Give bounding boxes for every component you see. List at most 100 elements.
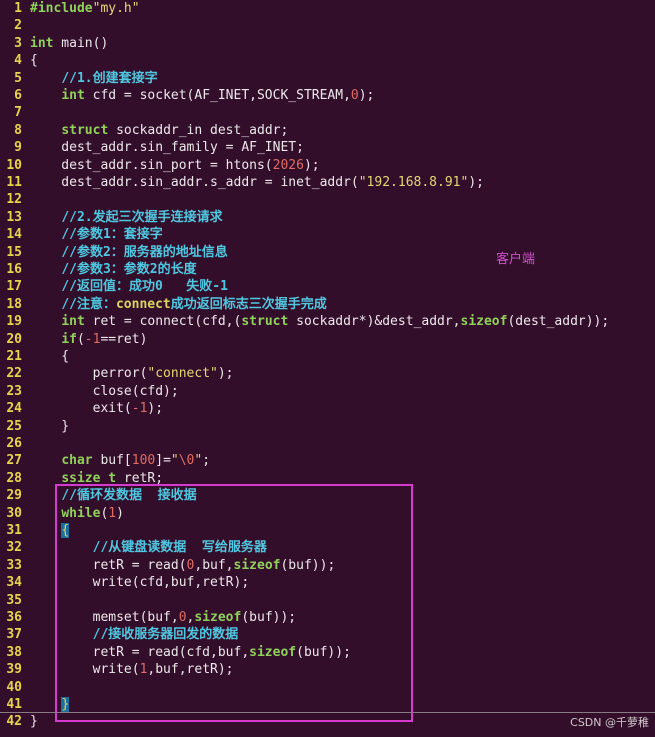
code-line[interactable]: 5 //1.创建套接字 [0, 70, 655, 87]
line-number: 9 [14, 140, 22, 156]
code-line[interactable]: 3 int main() [0, 35, 655, 52]
code-text[interactable]: exit(-1); [22, 401, 163, 416]
code-token: "connect" [147, 366, 218, 382]
code-text[interactable]: char buf[100]="\0"; [22, 453, 210, 468]
code-line[interactable]: 1 #include"my.h" [0, 0, 655, 17]
line-number: 21 [6, 349, 22, 364]
code-line[interactable]: 9 dest_addr.sin_family = AF_INET; [0, 139, 655, 156]
code-line[interactable]: 11 dest_addr.sin_addr.s_addr = inet_addr… [0, 174, 655, 191]
code-token: ); [468, 175, 484, 190]
code-line[interactable]: 14 //参数1：套接字 [0, 226, 655, 243]
code-token: } [30, 418, 70, 434]
line-number: 39 [6, 662, 22, 678]
code-line[interactable]: 20 if(-1==ret) [0, 331, 655, 348]
code-text[interactable]: int cfd = socket(AF_INET,SOCK_STREAM,0); [22, 88, 374, 103]
code-text[interactable]: //参数1：套接字 [22, 227, 162, 242]
line-number: 36 [6, 610, 22, 625]
code-token: 2026 [272, 157, 304, 173]
code-token: ); [358, 88, 375, 103]
code-line[interactable]: 18 //注意：connect成功返回标志三次握手完成 [0, 296, 655, 313]
loop-highlight-box [55, 484, 413, 722]
code-text[interactable] [22, 680, 30, 695]
code-text[interactable]: dest_addr.sin_addr.s_addr = inet_addr("1… [22, 175, 484, 190]
code-text[interactable] [22, 436, 30, 451]
code-line[interactable]: 6 int cfd = socket(AF_INET,SOCK_STREAM,0… [0, 87, 655, 104]
watermark: CSDN @千萝稚 [570, 716, 649, 729]
code-line[interactable]: 24 exit(-1); [0, 400, 655, 417]
code-text[interactable]: { [22, 53, 38, 68]
line-number: 35 [6, 592, 22, 608]
code-line[interactable]: 7 [0, 104, 655, 121]
code-line[interactable]: 13 //2.发起三次握手连接请求 [0, 209, 655, 226]
code-line[interactable]: 26 [0, 435, 655, 452]
code-line[interactable]: 12 [0, 191, 655, 208]
code-token: #include [30, 1, 93, 16]
line-number: 10 [6, 157, 22, 173]
code-line[interactable]: 2 [0, 17, 655, 34]
code-token: 成功返回标志三次握手完成 [170, 296, 327, 312]
code-line[interactable]: 25 } [0, 418, 655, 435]
code-text[interactable]: close(cfd); [22, 384, 179, 399]
code-token: exit( [30, 401, 132, 417]
code-text[interactable]: int ret = connect(cfd,(struct sockaddr*)… [22, 314, 609, 329]
code-text[interactable]: struct sockaddr_in dest_addr; [22, 123, 288, 138]
code-token: ( [76, 331, 85, 347]
code-line[interactable]: 21 { [0, 348, 655, 365]
code-text[interactable] [22, 192, 30, 207]
code-line[interactable]: 19 int ret = connect(cfd,(struct sockadd… [0, 313, 655, 330]
line-number: 14 [6, 227, 22, 243]
code-line[interactable]: 16 //参数3：参数2的长度 [0, 261, 655, 278]
line-number: 23 [6, 383, 22, 399]
code-text[interactable]: //参数2：服务器的地址信息 [22, 244, 228, 260]
code-token: buf[ [92, 453, 132, 469]
code-text[interactable]: dest_addr.sin_port = htons(2026); [22, 157, 320, 173]
code-token: int [30, 35, 54, 51]
line-number: 33 [6, 557, 22, 573]
code-line[interactable]: 10 dest_addr.sin_port = htons(2026); [0, 157, 655, 174]
code-text[interactable]: //2.发起三次握手连接请求 [22, 209, 223, 225]
code-text[interactable]: int main() [22, 36, 108, 51]
code-line[interactable]: 15 //参数2：服务器的地址信息 [0, 244, 655, 261]
code-text[interactable]: if(-1==ret) [22, 332, 147, 347]
code-token: ); [303, 157, 320, 173]
code-token: ret = connect(cfd,( [84, 314, 242, 330]
code-token: (dest_addr)); [507, 314, 610, 330]
code-token: //参数3：参数2的长度 [61, 262, 197, 277]
code-text[interactable]: perror("connect"); [22, 366, 234, 381]
code-line[interactable]: 22 perror("connect"); [0, 365, 655, 382]
code-line[interactable]: 17 //返回值：成功0 失败-1 [0, 278, 655, 295]
line-number: 32 [6, 540, 22, 556]
code-line[interactable]: 8 struct sockaddr_in dest_addr; [0, 122, 655, 139]
code-text[interactable]: { [22, 349, 69, 364]
code-text[interactable]: } [22, 419, 69, 434]
code-text[interactable]: #include"my.h" [22, 1, 140, 16]
code-line[interactable]: 23 close(cfd); [0, 383, 655, 400]
code-text[interactable]: //返回值：成功0 失败-1 [22, 279, 228, 294]
line-number: 6 [14, 88, 22, 103]
code-text[interactable]: //注意：connect成功返回标志三次握手完成 [22, 296, 327, 312]
code-token: sizeof [460, 314, 508, 330]
line-number: 20 [6, 331, 22, 347]
code-line[interactable]: 27 char buf[100]="\0"; [0, 452, 655, 469]
code-text[interactable] [22, 18, 30, 33]
code-text[interactable]: //1.创建套接字 [22, 71, 157, 86]
code-text[interactable]: //参数3：参数2的长度 [22, 262, 197, 277]
code-text[interactable]: dest_addr.sin_family = AF_INET; [22, 140, 304, 155]
code-token: //2.发起三次握手连接请求 [61, 209, 223, 225]
code-text[interactable] [22, 593, 30, 608]
line-number: 2 [14, 18, 22, 34]
code-token: int [61, 314, 85, 330]
code-token: " [170, 453, 179, 469]
code-token: -1 [84, 331, 101, 347]
code-text[interactable] [22, 105, 30, 120]
code-token: //参数2：服务器的地址信息 [61, 244, 228, 260]
code-line[interactable]: 4{ [0, 52, 655, 69]
line-number: 28 [6, 470, 22, 486]
